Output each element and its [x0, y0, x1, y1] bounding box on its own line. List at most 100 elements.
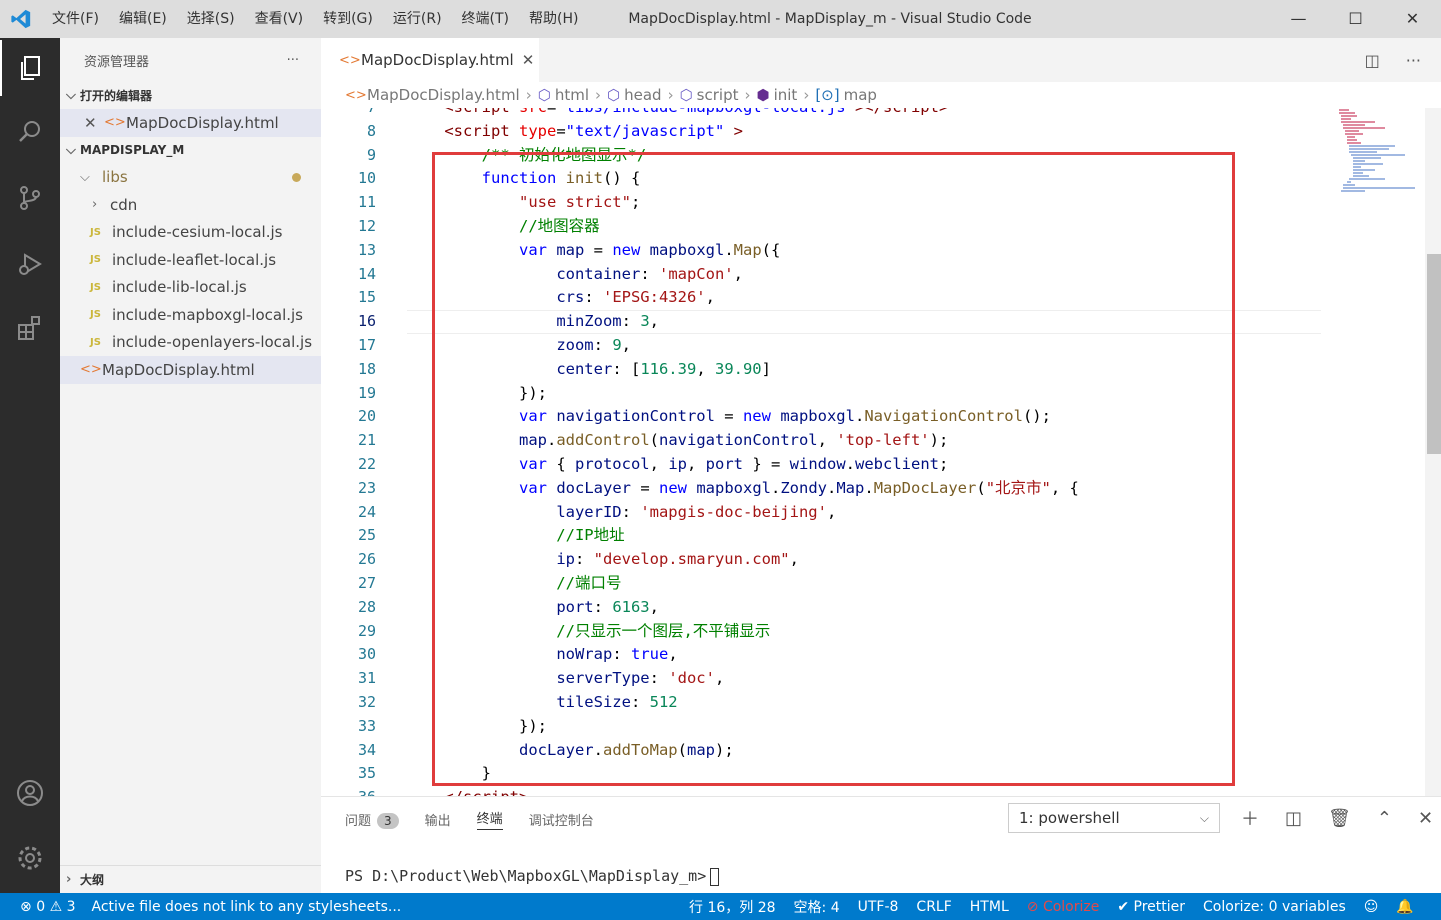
breadcrumb-item[interactable]: head	[624, 86, 661, 104]
minimize-button[interactable]: —	[1270, 0, 1327, 38]
settings-gear-icon[interactable]	[0, 830, 60, 886]
search-icon[interactable]	[0, 104, 60, 160]
terminal-output[interactable]: PS D:\Product\Web\MapboxGL\MapDisplay_m>	[345, 867, 720, 886]
maximize-panel-icon[interactable]: ⌃	[1377, 808, 1392, 829]
line-number: 20	[357, 407, 376, 426]
menu-run[interactable]: 运行(R)	[383, 0, 452, 38]
menu-file[interactable]: 文件(F)	[42, 0, 109, 38]
breadcrumb-item[interactable]: MapDocDisplay.html	[367, 86, 520, 104]
account-icon[interactable]	[0, 765, 60, 821]
outline-section[interactable]: › 大纲	[60, 865, 321, 893]
file-item[interactable]: JS include-mapboxgl-local.js	[60, 301, 321, 329]
error-count: 0	[36, 898, 46, 915]
element-icon: ⬡	[679, 86, 693, 104]
tab-output[interactable]: 输出	[425, 810, 451, 829]
open-editors-section[interactable]: ⌵ 打开的编辑器	[60, 82, 321, 109]
js-file-icon: JS	[90, 336, 101, 348]
function-icon: ⬢	[756, 86, 770, 104]
split-terminal-icon[interactable]: ◫	[1285, 808, 1302, 829]
breadcrumb-item[interactable]: map	[844, 86, 877, 104]
colorize-status[interactable]: ⊘ Colorize	[1027, 899, 1100, 915]
project-label: MAPDISPLAY_M	[80, 143, 185, 157]
explorer-icon[interactable]	[0, 40, 60, 96]
menu-bar: 文件(F) 编辑(E) 选择(S) 查看(V) 转到(G) 运行(R) 终端(T…	[42, 0, 588, 38]
file-item[interactable]: JS include-leaflet-local.js	[60, 246, 321, 274]
maximize-button[interactable]: ☐	[1327, 0, 1384, 38]
file-item-mapdocdisplay[interactable]: <> MapDocDisplay.html	[60, 356, 321, 384]
terminal-select[interactable]: 1: powershell ⌵	[1008, 803, 1220, 833]
menu-selection[interactable]: 选择(S)	[177, 0, 245, 38]
vertical-scrollbar[interactable]	[1425, 108, 1441, 796]
line-number: 21	[357, 431, 376, 450]
breadcrumb-item[interactable]: html	[555, 86, 589, 104]
chevron-right-icon: ›	[66, 872, 72, 887]
menu-edit[interactable]: 编辑(E)	[109, 0, 177, 38]
breadcrumb-item[interactable]: script	[697, 86, 739, 104]
run-debug-icon[interactable]	[0, 236, 60, 292]
chevron-down-icon: ⌵	[80, 169, 90, 185]
file-item[interactable]: JS include-openlayers-local.js	[60, 329, 321, 357]
colorize-variables[interactable]: Colorize: 0 variables	[1203, 899, 1346, 915]
html-file-icon: <>	[104, 115, 126, 131]
status-message[interactable]: Active file does not link to any stylesh…	[92, 899, 402, 915]
close-panel-icon[interactable]: ✕	[1418, 808, 1433, 829]
cursor-position[interactable]: 行 16，列 28	[689, 897, 776, 917]
element-icon: ⬡	[607, 86, 621, 104]
project-section[interactable]: ⌵ MAPDISPLAY_M	[60, 137, 321, 164]
check-icon: ✔	[1117, 898, 1130, 915]
line-number: 9	[366, 145, 376, 164]
minimap[interactable]	[1335, 108, 1425, 198]
js-file-icon: JS	[90, 226, 101, 238]
folder-cdn[interactable]: › cdn	[60, 191, 321, 219]
close-window-button[interactable]: ✕	[1384, 0, 1441, 38]
menu-view[interactable]: 查看(V)	[245, 0, 314, 38]
source-control-icon[interactable]	[0, 170, 60, 226]
scrollbar-thumb[interactable]	[1427, 254, 1441, 454]
html-file-icon: <>	[345, 87, 367, 103]
problems-count-badge: 3	[377, 812, 399, 829]
open-editor-item[interactable]: ✕ <> MapDocDisplay.html	[60, 109, 321, 137]
prettier-status[interactable]: ✔ Prettier	[1117, 899, 1185, 915]
line-number: 36	[321, 786, 376, 796]
terminal-cursor	[710, 867, 720, 886]
menu-go[interactable]: 转到(G)	[313, 0, 383, 38]
menu-help[interactable]: 帮助(H)	[519, 0, 588, 38]
language-mode[interactable]: HTML	[970, 899, 1009, 915]
feedback-icon[interactable]: ☺	[1364, 899, 1379, 915]
line-ending[interactable]: CRLF	[916, 899, 951, 915]
close-icon[interactable]: ✕	[84, 114, 104, 132]
split-editor-icon[interactable]: ◫	[1365, 51, 1380, 70]
breadcrumb-item[interactable]: init	[774, 86, 798, 104]
js-file-icon: JS	[90, 281, 101, 293]
element-icon: ⬡	[537, 86, 551, 104]
close-tab-icon[interactable]: ✕	[522, 51, 535, 69]
tab-label: MapDocDisplay.html	[361, 51, 514, 69]
indentation[interactable]: 空格: 4	[794, 897, 840, 917]
tab-problems[interactable]: 问题 3	[345, 810, 399, 829]
add-terminal-icon[interactable]: ＋	[1241, 805, 1259, 831]
file-item[interactable]: JS include-cesium-local.js	[60, 219, 321, 247]
line-number: 19	[357, 383, 376, 402]
tab-debug-console[interactable]: 调试控制台	[529, 810, 594, 829]
line-number: 14	[357, 264, 376, 283]
terminal-select-value: 1: powershell	[1019, 809, 1120, 827]
error-icon: ⊗	[20, 898, 32, 915]
trash-icon[interactable]: 🗑	[1328, 808, 1351, 829]
folder-libs[interactable]: ⌵ libs	[60, 164, 321, 192]
tab-terminal[interactable]: 终端	[476, 808, 503, 830]
window-title: MapDocDisplay.html - MapDisplay_m - Visu…	[628, 11, 1032, 27]
more-actions-icon[interactable]: ···	[1406, 51, 1421, 70]
file-item[interactable]: JS include-lib-local.js	[60, 274, 321, 302]
code-editor[interactable]: 78 9 10 11 12 13 14 15 16 17 18 19 20 21 22 23 24 25 26 27 2…	[321, 108, 1441, 796]
tab-mapdocdisplay[interactable]: <> MapDocDisplay.html ✕	[321, 38, 539, 82]
encoding[interactable]: UTF-8	[858, 899, 899, 915]
more-actions-icon[interactable]: ···	[287, 53, 299, 68]
problems-status[interactable]: ⊗ 0 ⚠ 3	[20, 899, 76, 915]
extensions-icon[interactable]	[0, 300, 60, 356]
line-number: 15	[357, 288, 376, 307]
notifications-bell-icon[interactable]: 🔔	[1396, 899, 1413, 915]
file-label: include-mapboxgl-local.js	[112, 305, 304, 324]
line-number: 32	[357, 692, 376, 711]
menu-terminal[interactable]: 终端(T)	[452, 0, 519, 38]
outline-label: 大纲	[80, 873, 105, 887]
